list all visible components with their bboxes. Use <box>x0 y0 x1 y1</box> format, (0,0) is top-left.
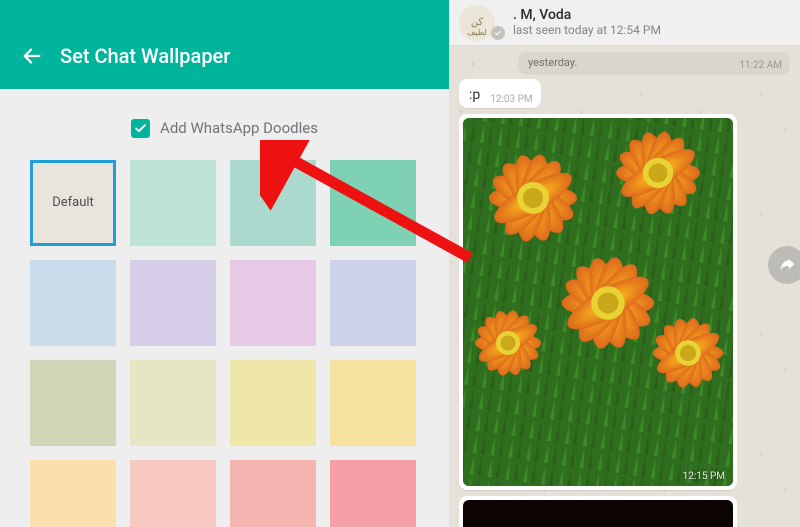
wallpaper-swatch[interactable] <box>30 260 116 346</box>
message-photo[interactable] <box>463 500 733 527</box>
svg-text:كن: كن <box>471 17 484 28</box>
wallpaper-swatch[interactable] <box>230 460 316 527</box>
swatch-label: Default <box>33 163 113 243</box>
message-time: 11:22 AM <box>739 60 782 71</box>
wallpaper-swatch[interactable] <box>330 160 416 246</box>
contact-status: last seen today at 12:54 PM <box>513 24 661 37</box>
wallpaper-swatch[interactable] <box>130 360 216 446</box>
back-button[interactable] <box>18 42 46 70</box>
message-time: 12:15 PM <box>683 471 725 482</box>
message-photo[interactable]: 12:15 PM <box>463 118 733 486</box>
image-message-bubble[interactable] <box>459 496 737 527</box>
wallpaper-swatch[interactable]: Default <box>30 160 116 246</box>
svg-text:لطيف: لطيف <box>467 28 487 37</box>
message-time: 12:03 PM <box>490 94 532 105</box>
verified-icon <box>491 26 505 40</box>
doodles-label: Add WhatsApp Doodles <box>160 119 318 137</box>
wallpaper-swatch[interactable] <box>230 160 316 246</box>
wallpaper-swatch[interactable] <box>330 460 416 527</box>
wallpaper-swatch-grid: Default <box>30 160 419 527</box>
message-bubble[interactable]: yesterday. 11:22 AM <box>518 52 790 73</box>
wallpaper-swatch[interactable] <box>30 360 116 446</box>
wallpaper-settings-pane: Set Chat Wallpaper Add WhatsApp Doodles … <box>0 0 449 527</box>
arrow-left-icon <box>21 45 43 67</box>
wallpaper-swatch[interactable] <box>330 260 416 346</box>
check-icon <box>134 122 147 135</box>
forward-button[interactable] <box>768 246 800 284</box>
doodles-toggle-row[interactable]: Add WhatsApp Doodles <box>0 89 449 160</box>
message-bubble[interactable]: :p 12:03 PM <box>459 79 541 108</box>
doodles-checkbox[interactable] <box>131 119 150 138</box>
wallpaper-swatch[interactable] <box>230 360 316 446</box>
forward-icon <box>777 255 797 275</box>
wallpaper-swatch[interactable] <box>30 460 116 527</box>
chat-header: كنلطيف . M, Voda last seen today at 12:5… <box>449 0 800 46</box>
wallpaper-swatch[interactable] <box>130 160 216 246</box>
chat-preview-pane: كنلطيف . M, Voda last seen today at 12:5… <box>449 0 800 527</box>
wallpaper-swatch[interactable] <box>230 260 316 346</box>
message-text: :p <box>469 87 480 103</box>
chat-body[interactable]: yesterday. 11:22 AM :p 12:03 PM <box>449 46 800 527</box>
image-message-bubble[interactable]: 12:15 PM <box>459 114 737 490</box>
wallpaper-swatch[interactable] <box>130 460 216 527</box>
wallpaper-swatch[interactable] <box>130 260 216 346</box>
avatar[interactable]: كنلطيف <box>459 5 495 41</box>
contact-name: . M, Voda <box>513 8 661 23</box>
wallpaper-swatch[interactable] <box>330 360 416 446</box>
message-text: yesterday. <box>528 56 577 69</box>
header: Set Chat Wallpaper <box>0 0 449 89</box>
page-title: Set Chat Wallpaper <box>60 44 230 68</box>
